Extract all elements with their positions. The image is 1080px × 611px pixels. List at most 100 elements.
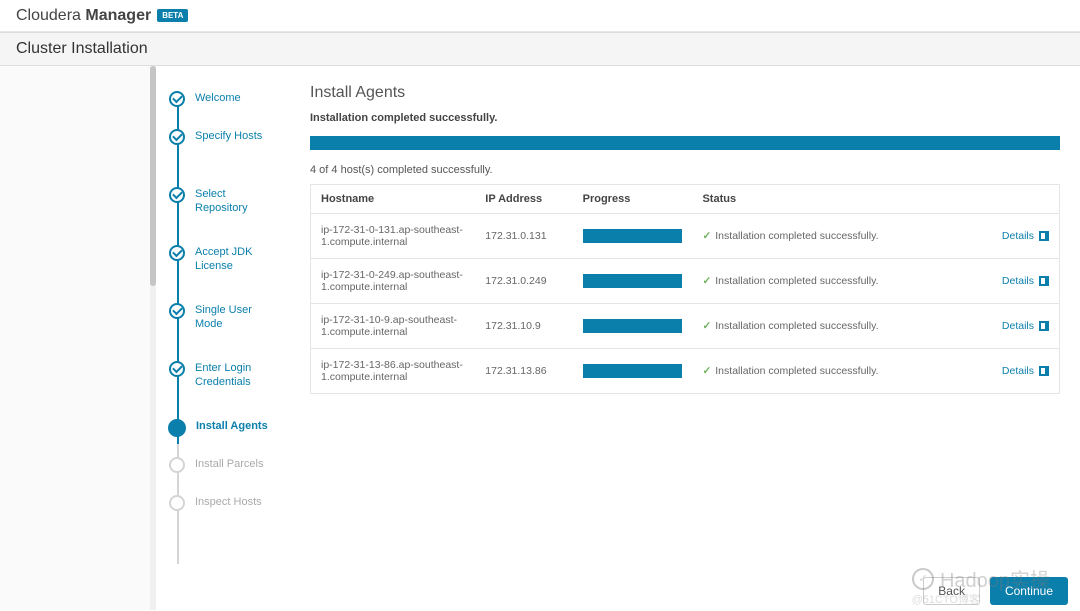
wizard-step-7: Install Parcels (156, 447, 290, 485)
details-text: Details (1002, 275, 1034, 287)
step-circle-icon (169, 129, 185, 145)
col-hostname: Hostname (311, 185, 476, 214)
wizard-step-4[interactable]: Single User Mode (156, 293, 290, 351)
page-title: Install Agents (310, 84, 1060, 102)
details-text: Details (1002, 230, 1034, 242)
status-cell: ✓ Installation completed successfully. (692, 259, 962, 304)
progress-cell (573, 259, 693, 304)
check-icon: ✓ (702, 365, 711, 377)
status-text: Installation completed successfully. (715, 320, 878, 332)
popup-icon (1039, 276, 1049, 286)
wizard-step-0[interactable]: Welcome (156, 81, 290, 119)
col-progress: Progress (573, 185, 693, 214)
check-icon: ✓ (702, 230, 711, 242)
table-row: ip-172-31-0-131.ap-southeast-1.compute.i… (311, 214, 1060, 259)
table-header-row: Hostname IP Address Progress Status (311, 185, 1060, 214)
wizard-steps: Welcome Specify Hosts Select Repository Acc… (156, 66, 290, 523)
step-label: Select Repository (195, 187, 280, 216)
page-body: Welcome Specify Hosts Select Repository Acc… (0, 66, 1080, 610)
popup-icon (1039, 321, 1049, 331)
table-row: ip-172-31-0-249.ap-southeast-1.compute.i… (311, 259, 1060, 304)
beta-badge: BETA (157, 9, 188, 22)
progress-cell (573, 304, 693, 349)
continue-button[interactable]: Continue (990, 577, 1068, 605)
wizard-step-6[interactable]: Install Agents (156, 409, 290, 447)
col-ip: IP Address (475, 185, 572, 214)
hostname-cell: ip-172-31-0-131.ap-southeast-1.compute.i… (311, 214, 476, 259)
check-icon: ✓ (702, 275, 711, 287)
popup-icon (1039, 231, 1049, 241)
actions-cell: Details (962, 259, 1059, 304)
step-label: Accept JDK License (195, 245, 280, 274)
ip-cell: 172.31.0.249 (475, 259, 572, 304)
actions-cell: Details (962, 304, 1059, 349)
wizard-nav: Welcome Specify Hosts Select Repository Acc… (155, 66, 290, 610)
step-circle-icon (169, 495, 185, 511)
main-content: Install Agents Installation completed su… (290, 66, 1080, 610)
brand-bold: Manager (85, 7, 151, 24)
ip-cell: 172.31.0.131 (475, 214, 572, 259)
brand-light: Cloudera (16, 7, 81, 24)
step-circle-icon (169, 187, 185, 203)
wizard-step-2[interactable]: Select Repository (156, 177, 290, 235)
overall-progress-bar (310, 136, 1060, 150)
progress-bar (583, 274, 683, 288)
check-icon: ✓ (702, 320, 711, 332)
page-subtitle: Cluster Installation (16, 40, 148, 58)
status-text: Installation completed successfully. (715, 365, 878, 377)
step-label: Install Agents (196, 419, 268, 433)
table-row: ip-172-31-10-9.ap-southeast-1.compute.in… (311, 304, 1060, 349)
progress-bar (583, 229, 683, 243)
progress-cell (573, 214, 693, 259)
step-label: Install Parcels (195, 457, 263, 471)
completion-message: Installation completed successfully. (310, 112, 1060, 124)
status-cell: ✓ Installation completed successfully. (692, 304, 962, 349)
status-text: Installation completed successfully. (715, 275, 878, 287)
hostname-cell: ip-172-31-0-249.ap-southeast-1.compute.i… (311, 259, 476, 304)
wizard-step-5[interactable]: Enter Login Credentials (156, 351, 290, 409)
progress-bar (583, 364, 683, 378)
details-link[interactable]: Details (1002, 275, 1049, 287)
step-label: Inspect Hosts (195, 495, 262, 509)
hostname-cell: ip-172-31-13-86.ap-southeast-1.compute.i… (311, 349, 476, 394)
details-text: Details (1002, 365, 1034, 377)
step-label: Single User Mode (195, 303, 280, 332)
wizard-step-8: Inspect Hosts (156, 485, 290, 523)
ip-cell: 172.31.13.86 (475, 349, 572, 394)
status-cell: ✓ Installation completed successfully. (692, 214, 962, 259)
details-link[interactable]: Details (1002, 230, 1049, 242)
step-circle-icon (169, 245, 185, 261)
hostname-cell: ip-172-31-10-9.ap-southeast-1.compute.in… (311, 304, 476, 349)
top-header: Cloudera Manager BETA (0, 0, 1080, 32)
status-cell: ✓ Installation completed successfully. (692, 349, 962, 394)
step-label: Enter Login Credentials (195, 361, 280, 390)
wizard-step-1[interactable]: Specify Hosts (156, 119, 290, 177)
step-label: Specify Hosts (195, 129, 262, 143)
step-circle-icon (169, 361, 185, 377)
sub-header: Cluster Installation (0, 32, 1080, 66)
step-circle-icon (169, 457, 185, 473)
wizard-step-3[interactable]: Accept JDK License (156, 235, 290, 293)
col-status: Status (692, 185, 962, 214)
progress-bar (583, 319, 683, 333)
back-button[interactable]: Back (923, 577, 980, 605)
popup-icon (1039, 366, 1049, 376)
details-text: Details (1002, 320, 1034, 332)
step-circle-icon (169, 303, 185, 319)
details-link[interactable]: Details (1002, 365, 1049, 377)
step-circle-icon (168, 419, 186, 437)
brand: Cloudera Manager (16, 7, 151, 25)
footer-bar: Back Continue (923, 577, 1068, 605)
actions-cell: Details (962, 214, 1059, 259)
table-row: ip-172-31-13-86.ap-southeast-1.compute.i… (311, 349, 1060, 394)
status-text: Installation completed successfully. (715, 230, 878, 242)
hosts-table: Hostname IP Address Progress Status ip-1… (310, 184, 1060, 394)
col-actions (962, 185, 1059, 214)
summary-line: 4 of 4 host(s) completed successfully. (310, 164, 1060, 176)
details-link[interactable]: Details (1002, 320, 1049, 332)
step-label: Welcome (195, 91, 241, 105)
ip-cell: 172.31.10.9 (475, 304, 572, 349)
actions-cell: Details (962, 349, 1059, 394)
left-spacer (0, 66, 155, 610)
progress-cell (573, 349, 693, 394)
